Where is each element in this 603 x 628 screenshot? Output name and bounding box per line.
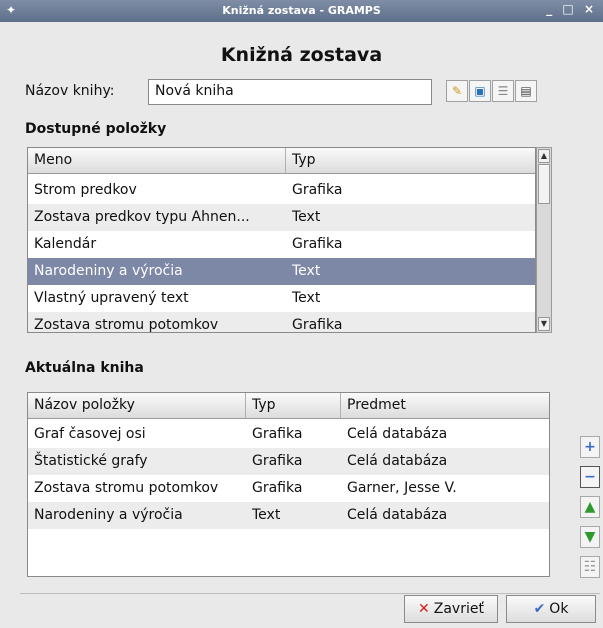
add-item-button[interactable]: +: [580, 436, 600, 458]
column-header-subject[interactable]: Predmet: [341, 393, 549, 419]
column-header-name[interactable]: Meno: [28, 148, 286, 174]
list-item[interactable]: Strom predkov Grafika: [28, 177, 535, 204]
open-icon: ☰: [497, 84, 509, 98]
scroll-up-arrow-icon[interactable]: ▲: [538, 149, 550, 163]
row-name: Zostava stromu potomkov: [34, 480, 219, 496]
row-name: Štatistické grafy: [34, 453, 148, 469]
available-items-list[interactable]: Meno Typ Strom predkov Grafika Zostava p…: [27, 147, 536, 333]
table-row[interactable]: Štatistické grafy Grafika Celá databáza: [28, 448, 549, 475]
book-name-label: Názov knihy:: [25, 83, 115, 99]
scroll-down-arrow-icon[interactable]: ▼: [538, 317, 550, 331]
item-name: Zostava stromu potomkov: [34, 317, 219, 333]
row-subject: Celá databáza: [347, 426, 448, 442]
available-items-title: Dostupné položky: [25, 121, 167, 137]
remove-item-button[interactable]: −: [580, 466, 600, 488]
row-subject: Garner, Jesse V.: [347, 480, 457, 496]
row-subject: Celá databáza: [347, 507, 448, 523]
scrollbar-thumb[interactable]: [538, 164, 550, 204]
row-name: Graf časovej osi: [34, 426, 146, 442]
column-header-type[interactable]: Typ: [246, 393, 341, 419]
table-row[interactable]: Graf časovej osi Grafika Celá databáza: [28, 421, 549, 448]
configure-icon: ☷: [583, 559, 597, 575]
item-type: Text: [292, 209, 321, 225]
move-up-icon: ▲: [584, 499, 596, 515]
save-book-button[interactable]: ▣: [469, 80, 491, 102]
move-down-icon: ▼: [584, 529, 596, 545]
ok-button[interactable]: ✔ Ok: [506, 595, 596, 623]
list-item[interactable]: Vlastný upravený text Text: [28, 285, 535, 312]
row-subject: Celá databáza: [347, 453, 448, 469]
close-button-label: Zavrieť: [433, 601, 484, 617]
list-item[interactable]: Zostava stromu potomkov Grafika: [28, 312, 535, 333]
item-name: Zostava predkov typu Ahnen...: [34, 209, 250, 225]
item-type: Grafika: [292, 236, 343, 252]
column-header-item-name[interactable]: Názov položky: [28, 393, 246, 419]
book-name-input[interactable]: Nová kniha: [148, 79, 432, 105]
close-button[interactable]: ✕ Zavrieť: [404, 595, 498, 623]
item-name: Narodeniny a výročia: [34, 263, 183, 279]
current-book-list[interactable]: Názov položky Typ Predmet Graf časovej o…: [27, 392, 550, 577]
table-row[interactable]: Zostava stromu potomkov Grafika Garner, …: [28, 475, 549, 502]
item-type: Text: [292, 263, 321, 279]
row-type: Grafika: [252, 426, 303, 442]
list-item[interactable]: Zostava predkov typu Ahnen... Text: [28, 204, 535, 231]
item-type: Text: [292, 290, 321, 306]
configure-item-button[interactable]: ☷: [580, 556, 600, 578]
item-name: Vlastný upravený text: [34, 290, 189, 306]
window-controls[interactable]: _ □ ×: [546, 2, 597, 16]
current-book-title: Aktuálna kniha: [25, 360, 144, 376]
ok-button-label: Ok: [549, 601, 569, 617]
save-icon: ▣: [474, 84, 486, 98]
close-icon: ✕: [418, 601, 430, 617]
list-item-selected[interactable]: Narodeniny a výročia Text: [28, 258, 535, 285]
row-type: Grafika: [252, 453, 303, 469]
window-titlebar[interactable]: ✦ Knižná zostava - GRAMPS _ □ ×: [0, 0, 603, 22]
list-item[interactable]: Kalendár Grafika: [28, 231, 535, 258]
item-type: Grafika: [292, 182, 343, 198]
move-down-button[interactable]: ▼: [580, 526, 600, 548]
clear-book-button[interactable]: ✎: [446, 80, 468, 102]
ok-icon: ✔: [533, 601, 546, 617]
row-type: Grafika: [252, 480, 303, 496]
clear-icon: ✎: [451, 84, 463, 98]
column-header-type[interactable]: Typ: [286, 148, 535, 174]
row-name: Narodeniny a výročia: [34, 507, 183, 523]
move-up-button[interactable]: ▲: [580, 496, 600, 518]
dialog-heading: Knižná zostava: [220, 44, 383, 66]
table-row[interactable]: Narodeniny a výročia Text Celá databáza: [28, 502, 549, 529]
item-type: Grafika: [292, 317, 343, 333]
item-name: Kalendár: [34, 236, 97, 252]
add-icon: +: [584, 439, 596, 455]
remove-icon: −: [584, 469, 596, 485]
available-list-scrollbar[interactable]: ▲ ▼: [536, 147, 552, 333]
open-book-button[interactable]: ☰: [492, 80, 514, 102]
item-name: Strom predkov: [34, 182, 137, 198]
button-area-divider: [20, 593, 600, 594]
edit-books-button[interactable]: ▤: [515, 80, 537, 102]
row-type: Text: [252, 507, 281, 523]
window-title: Knižná zostava - GRAMPS: [222, 4, 381, 17]
edit-books-icon: ▤: [520, 84, 532, 98]
